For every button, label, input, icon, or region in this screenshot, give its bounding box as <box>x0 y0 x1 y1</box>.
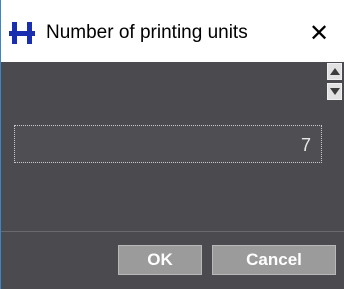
arrow-up-icon <box>330 68 340 75</box>
button-bar: OK Cancel <box>1 232 344 289</box>
h-logo-icon <box>9 22 35 44</box>
arrow-down-icon <box>330 88 340 95</box>
content-panel: 7 <box>1 62 344 231</box>
title-bar: Number of printing units ✕ <box>1 0 344 62</box>
printing-units-input[interactable]: 7 <box>14 125 322 163</box>
dialog-title: Number of printing units <box>46 22 248 43</box>
ok-button[interactable]: OK <box>118 245 202 275</box>
decrement-button[interactable] <box>327 83 342 100</box>
printing-units-value: 7 <box>300 135 311 155</box>
dialog: Number of printing units ✕ 7 OK Cancel <box>0 0 344 289</box>
spin-buttons <box>327 63 343 101</box>
increment-button[interactable] <box>327 63 342 80</box>
cancel-button[interactable]: Cancel <box>212 245 336 275</box>
close-button[interactable]: ✕ <box>301 16 337 50</box>
close-icon: ✕ <box>308 19 330 47</box>
